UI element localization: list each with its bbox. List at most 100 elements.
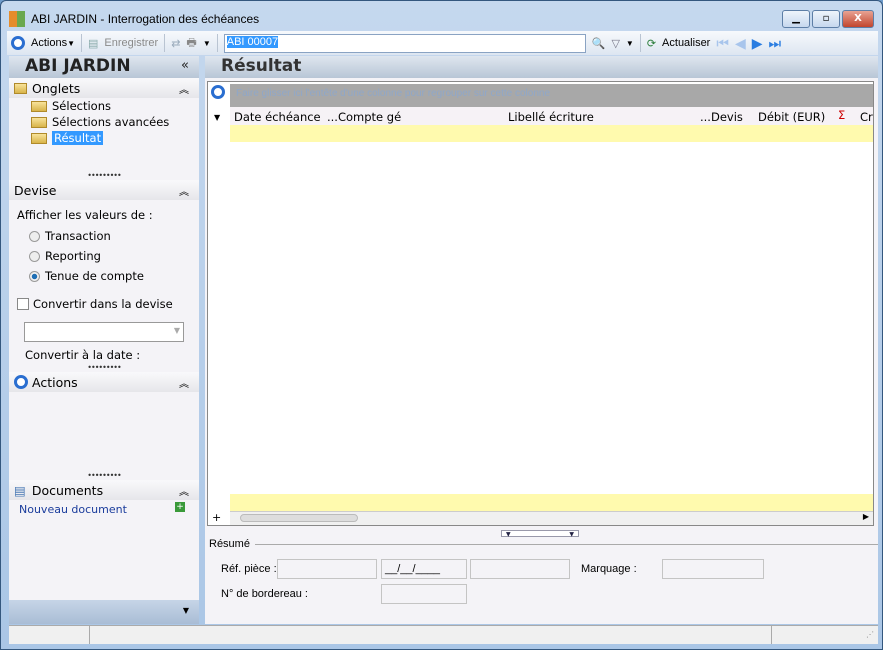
section-devise[interactable]: Devise ︽	[9, 180, 199, 200]
column-header[interactable]: Débit (EUR)	[758, 110, 825, 124]
column-header[interactable]: Date échéance	[234, 110, 321, 124]
radio-label: Transaction	[45, 229, 111, 243]
close-button[interactable]: X	[842, 10, 874, 28]
window-title: Interrogation des échéances	[107, 12, 260, 26]
add-icon[interactable]: +	[175, 502, 185, 512]
tree-item-resultat[interactable]: Résultat	[9, 130, 199, 146]
splitter[interactable]: •••••••••	[9, 472, 199, 480]
search-value: ABI 00007	[226, 35, 279, 48]
summary-legend: Résumé	[209, 538, 250, 550]
currency-select[interactable]: ▼	[24, 322, 184, 342]
radio-reporting[interactable]: Reporting	[9, 246, 199, 266]
app-icon	[9, 11, 25, 27]
minimize-button[interactable]: ▁	[782, 10, 810, 28]
refresh-icon: ⟳	[646, 37, 657, 50]
chevron-down-icon: ▼	[67, 38, 75, 48]
section-label: Actions	[32, 374, 78, 390]
sidebar-footer[interactable]: ▼	[9, 600, 199, 624]
collapse-sidebar-button[interactable]: «	[181, 58, 189, 73]
search-input[interactable]: ABI 00007	[223, 33, 586, 53]
tree-item-selections[interactable]: Sélections	[9, 98, 199, 114]
search-icon[interactable]: 🔍	[592, 37, 606, 50]
folder-icon	[31, 116, 47, 128]
horizontal-scrollbar[interactable]: ▶	[230, 511, 873, 525]
section-documents[interactable]: ▤ Documents ︽	[9, 480, 199, 500]
first-record-icon[interactable]: ⏮	[716, 35, 729, 52]
radio-label: Reporting	[45, 249, 101, 263]
radio-transaction[interactable]: Transaction	[9, 226, 199, 246]
sidebar-title: ABI JARDIN	[25, 56, 131, 76]
radio-label: Tenue de compte	[45, 269, 144, 283]
column-header[interactable]: ...Compte gé	[327, 110, 401, 124]
title-separator: -	[100, 12, 105, 26]
sync-icon[interactable]: ⇄	[171, 37, 180, 50]
checkbox-label: Convertir dans la devise	[33, 297, 173, 311]
collapse-icon[interactable]: ︽	[179, 483, 189, 498]
next-record-icon[interactable]: ▶	[752, 35, 763, 52]
collapse-icon[interactable]: ︽	[179, 375, 189, 390]
results-grid: Faire glisser ici l'entête d'une colonne…	[207, 81, 874, 526]
tree-label: Résultat	[52, 131, 104, 145]
ref-piece-field[interactable]	[277, 559, 377, 579]
convert-checkbox[interactable]: Convertir dans la devise	[9, 294, 199, 314]
total-row	[230, 494, 873, 511]
resize-grip-icon[interactable]: ⋰	[866, 630, 874, 639]
column-headers: Date échéance ...Compte gé Libellé écrit…	[230, 107, 873, 125]
actions-menu[interactable]: Actions	[31, 37, 67, 49]
group-by-panel[interactable]: Faire glisser ici l'entête d'une colonne…	[230, 84, 873, 107]
section-actions[interactable]: Actions ︽	[9, 372, 199, 392]
tree-label: Sélections avancées	[52, 115, 170, 129]
bordereau-field[interactable]	[381, 584, 467, 604]
column-header[interactable]: Cr	[860, 110, 873, 124]
previous-record-icon[interactable]: ◀	[735, 35, 746, 52]
title-bar: ABI JARDIN - Interrogation des échéances	[9, 9, 259, 29]
devise-prompt: Afficher les valeurs de :	[17, 208, 153, 222]
bordereau-label: N° de bordereau :	[221, 588, 308, 600]
column-header[interactable]: Libellé écriture	[508, 110, 594, 124]
refresh-button[interactable]: Actualiser	[662, 37, 710, 49]
splitter[interactable]: •••••••••	[9, 172, 199, 180]
maximize-button[interactable]: ▫	[812, 10, 840, 28]
status-bar: ⋰	[9, 625, 878, 644]
new-document-link[interactable]: Nouveau document	[19, 503, 127, 516]
last-record-icon[interactable]: ⏭	[769, 35, 782, 52]
date-field[interactable]: __/__/____	[381, 559, 467, 579]
tree-label: Sélections	[52, 99, 111, 113]
folder-icon	[31, 100, 47, 112]
collapse-icon[interactable]: ︽	[179, 183, 189, 198]
summary-toggle[interactable]: ▼ ▼	[501, 530, 579, 538]
splitter[interactable]: •••••••••	[9, 364, 199, 372]
chevron-down-icon: ▼	[173, 326, 180, 335]
marquage-field[interactable]	[662, 559, 764, 579]
ref-extra-field[interactable]	[470, 559, 570, 579]
ref-piece-label: Réf. pièce :	[221, 563, 277, 575]
document-icon: ▤	[14, 482, 26, 498]
filter-row[interactable]	[230, 125, 873, 142]
save-button[interactable]: Enregistrer	[104, 37, 158, 49]
chevron-down-icon[interactable]: ▼	[203, 39, 211, 48]
folder-open-icon	[31, 132, 47, 144]
section-label: Devise	[14, 182, 57, 198]
section-onglets[interactable]: Onglets ︽	[9, 78, 199, 98]
sidebar: ABI JARDIN « Onglets ︽ Sélections Sélectio…	[9, 56, 199, 624]
tree-item-selections-avancees[interactable]: Sélections avancées	[9, 114, 199, 130]
column-header[interactable]: ...Devis	[700, 110, 743, 124]
page-title: Résultat	[205, 56, 878, 78]
radio-tenue-de-compte[interactable]: Tenue de compte	[9, 266, 199, 286]
target-icon	[11, 36, 25, 50]
chevron-down-icon[interactable]: ▼	[626, 39, 634, 48]
toolbar: Actions ▼ ▤ Enregistrer ⇄ 🖶 ▼ ABI 00007 🔍 …	[7, 31, 878, 55]
section-label: Documents	[31, 482, 104, 498]
filter-icon[interactable]: ▽	[611, 37, 619, 50]
sum-icon[interactable]: Σ	[838, 108, 845, 122]
print-icon[interactable]: 🖶	[186, 34, 196, 53]
add-row-icon[interactable]: +	[212, 511, 221, 524]
section-label: Onglets	[32, 80, 81, 96]
marquage-label: Marquage :	[581, 563, 637, 575]
result-panel: Résultat Faire glisser ici l'entête d'un…	[205, 56, 878, 624]
application-window: ABI JARDIN - Interrogation des échéances…	[0, 0, 883, 650]
collapse-icon[interactable]: ︽	[179, 81, 189, 96]
app-name: ABI JARDIN	[31, 12, 98, 26]
grid-options-icon[interactable]	[211, 85, 225, 99]
column-chooser-icon[interactable]: ▼	[214, 113, 220, 122]
